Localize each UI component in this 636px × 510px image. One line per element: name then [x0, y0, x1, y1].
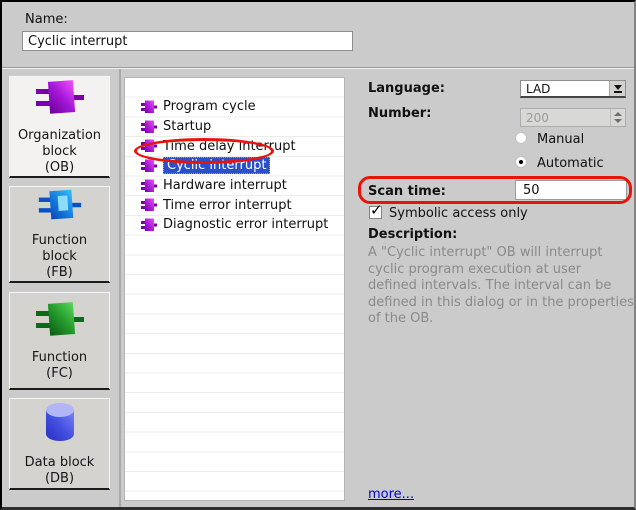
- list-item[interactable]: Startup: [125, 117, 344, 137]
- number-value: 200: [526, 110, 549, 125]
- header-divider: [2, 67, 634, 69]
- sidebar-item-function[interactable]: Function (FC): [9, 292, 110, 390]
- list-item[interactable]: Program cycle: [125, 97, 344, 117]
- block-icon: [141, 139, 157, 153]
- number-stepper[interactable]: 200: [520, 108, 626, 127]
- panel-divider: [119, 69, 121, 510]
- checkmark-icon: ✓: [370, 201, 383, 219]
- automatic-radio[interactable]: [515, 156, 527, 168]
- sidebar-item-label: Function: [31, 350, 88, 365]
- symbolic-access-label: Symbolic access only: [389, 206, 528, 221]
- block-icon: [141, 198, 157, 212]
- sidebar-item-data-block[interactable]: Data block (DB): [9, 398, 110, 490]
- manual-radio[interactable]: [515, 132, 527, 144]
- sidebar-item-label: Function: [31, 233, 88, 248]
- language-value: LAD: [526, 81, 551, 96]
- description-label: Description:: [368, 227, 458, 242]
- add-new-block-dialog: Name: Organization block (OB): [0, 0, 636, 510]
- list-item[interactable]: Diagnostic error interrupt: [125, 215, 344, 235]
- data-block-icon: [45, 403, 74, 441]
- language-label: Language:: [368, 81, 445, 96]
- block-icon: [141, 120, 157, 133]
- function-block-icon: [38, 189, 81, 220]
- function-icon: [35, 302, 84, 336]
- list-item-selected[interactable]: Cyclic interrupt: [125, 156, 344, 176]
- sidebar-item-label: Data block: [24, 455, 95, 470]
- list-item[interactable]: Hardware interrupt: [125, 176, 344, 196]
- more-link[interactable]: more...: [368, 487, 414, 502]
- block-icon: [141, 100, 157, 113]
- organization-block-icon: [35, 80, 84, 114]
- dropdown-button[interactable]: [609, 81, 625, 96]
- arrow-up-icon: [614, 112, 622, 116]
- sidebar-item-label: Organization: [17, 128, 102, 143]
- number-label: Number:: [368, 106, 432, 121]
- language-dropdown[interactable]: LAD: [520, 80, 626, 98]
- scan-time-input[interactable]: [515, 180, 627, 200]
- arrow-down-icon: [614, 119, 622, 123]
- manual-radio-label: Manual: [537, 132, 585, 147]
- ob-type-list: Program cycle Startup Time delay interru…: [124, 77, 345, 501]
- block-icon: [141, 179, 157, 192]
- list-item[interactable]: Time delay interrupt: [125, 136, 344, 156]
- name-input[interactable]: [22, 31, 353, 51]
- list-item[interactable]: Time error interrupt: [125, 195, 344, 215]
- chevron-down-icon: [613, 84, 622, 90]
- scan-time-label: Scan time:: [368, 184, 446, 199]
- sidebar-item-organization-block[interactable]: Organization block (OB): [9, 76, 110, 178]
- name-label: Name:: [25, 12, 68, 27]
- description-text: A "Cyclic interrupt" OB will interrupt c…: [368, 245, 634, 326]
- automatic-radio-label: Automatic: [537, 156, 604, 171]
- block-icon: [141, 159, 157, 172]
- stepper-arrows[interactable]: [610, 109, 625, 126]
- sidebar-item-function-block[interactable]: Function block (FB): [9, 186, 110, 283]
- symbolic-access-checkbox[interactable]: ✓: [369, 201, 383, 219]
- block-icon: [141, 218, 157, 231]
